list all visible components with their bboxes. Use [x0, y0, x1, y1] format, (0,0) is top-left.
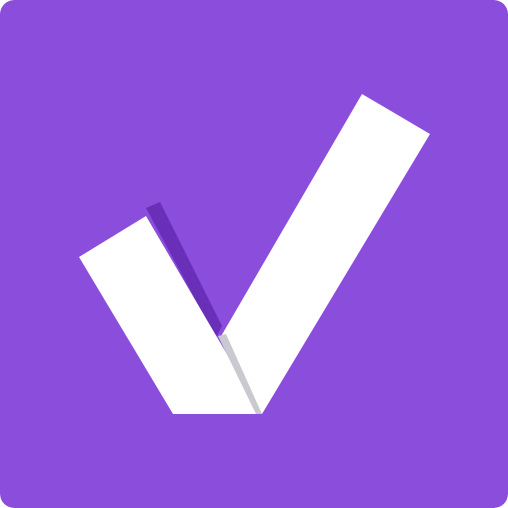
app-icon — [0, 0, 508, 508]
checkmark-logo — [0, 0, 508, 508]
icon-background — [0, 0, 508, 508]
